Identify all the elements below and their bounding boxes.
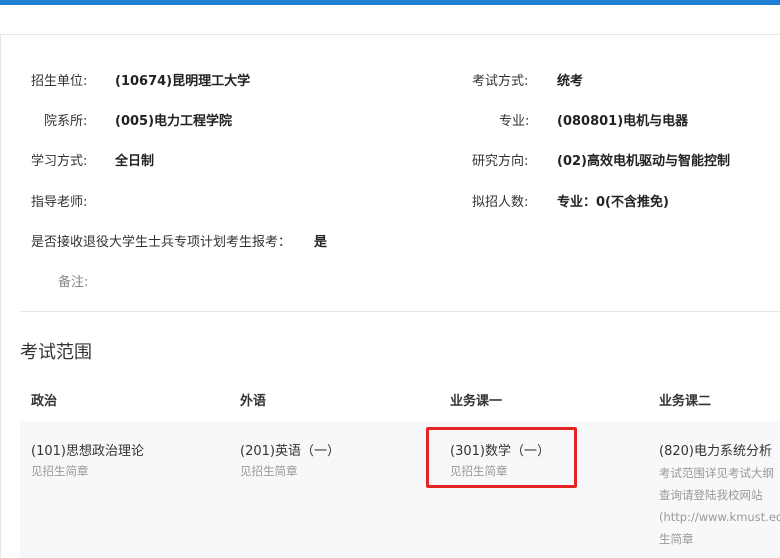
major-value: (080801)电机与电器 bbox=[557, 114, 689, 129]
highlight-annotation bbox=[426, 427, 577, 488]
note-line[interactable]: (http://www.kmust.edu. bbox=[659, 506, 780, 528]
section-divider bbox=[20, 311, 780, 312]
advisor-label: 指导老师: bbox=[31, 195, 88, 210]
subject-power-system: (820)电力系统分析 bbox=[659, 444, 772, 459]
remark-label: 备注: bbox=[58, 275, 89, 290]
note-line: 考试范围详见考试大纲 bbox=[659, 466, 774, 480]
subject-english: (201)英语（一） bbox=[240, 444, 340, 459]
subject-politics: (101)思想政治理论 bbox=[31, 444, 144, 459]
quota-value: 专业：0(不含推免) bbox=[557, 195, 669, 210]
exam-method-label: 考试方式: bbox=[472, 74, 529, 89]
study-mode-value: 全日制 bbox=[115, 154, 155, 169]
veteran-plan-value: 是 bbox=[314, 235, 328, 250]
header-course-one: 业务课一 bbox=[450, 394, 503, 409]
veteran-plan-label: 是否接收退役大学生士兵专项计划考生报考： bbox=[31, 235, 292, 250]
exam-scope-title: 考试范围 bbox=[20, 342, 92, 363]
department-label: 院系所: bbox=[44, 114, 88, 129]
header-politics: 政治 bbox=[31, 394, 58, 409]
quota-label: 拟招人数: bbox=[472, 195, 529, 210]
subject-power-system-note: 考试范围详见考试大纲 查询请登陆我校网站 (http://www.kmust.e… bbox=[659, 462, 780, 550]
study-mode-label: 学习方式: bbox=[31, 154, 88, 169]
header-foreign-language: 外语 bbox=[240, 394, 267, 409]
header-course-two: 业务课二 bbox=[659, 394, 712, 409]
note-line: 查询请登陆我校网站 bbox=[659, 488, 763, 502]
top-blank-area bbox=[0, 5, 780, 34]
department-value: (005)电力工程学院 bbox=[115, 114, 233, 129]
subject-politics-note[interactable]: 见招生简章 bbox=[31, 463, 89, 479]
major-label: 专业: bbox=[499, 114, 530, 129]
unit-value: (10674)昆明理工大学 bbox=[115, 74, 251, 89]
unit-label: 招生单位: bbox=[31, 74, 88, 89]
subject-english-note[interactable]: 见招生简章 bbox=[240, 463, 298, 479]
research-direction-value: (02)高效电机驱动与智能控制 bbox=[557, 154, 730, 169]
research-direction-label: 研究方向: bbox=[472, 154, 529, 169]
note-line: 生简章 bbox=[659, 532, 694, 546]
exam-method-value: 统考 bbox=[557, 74, 584, 89]
